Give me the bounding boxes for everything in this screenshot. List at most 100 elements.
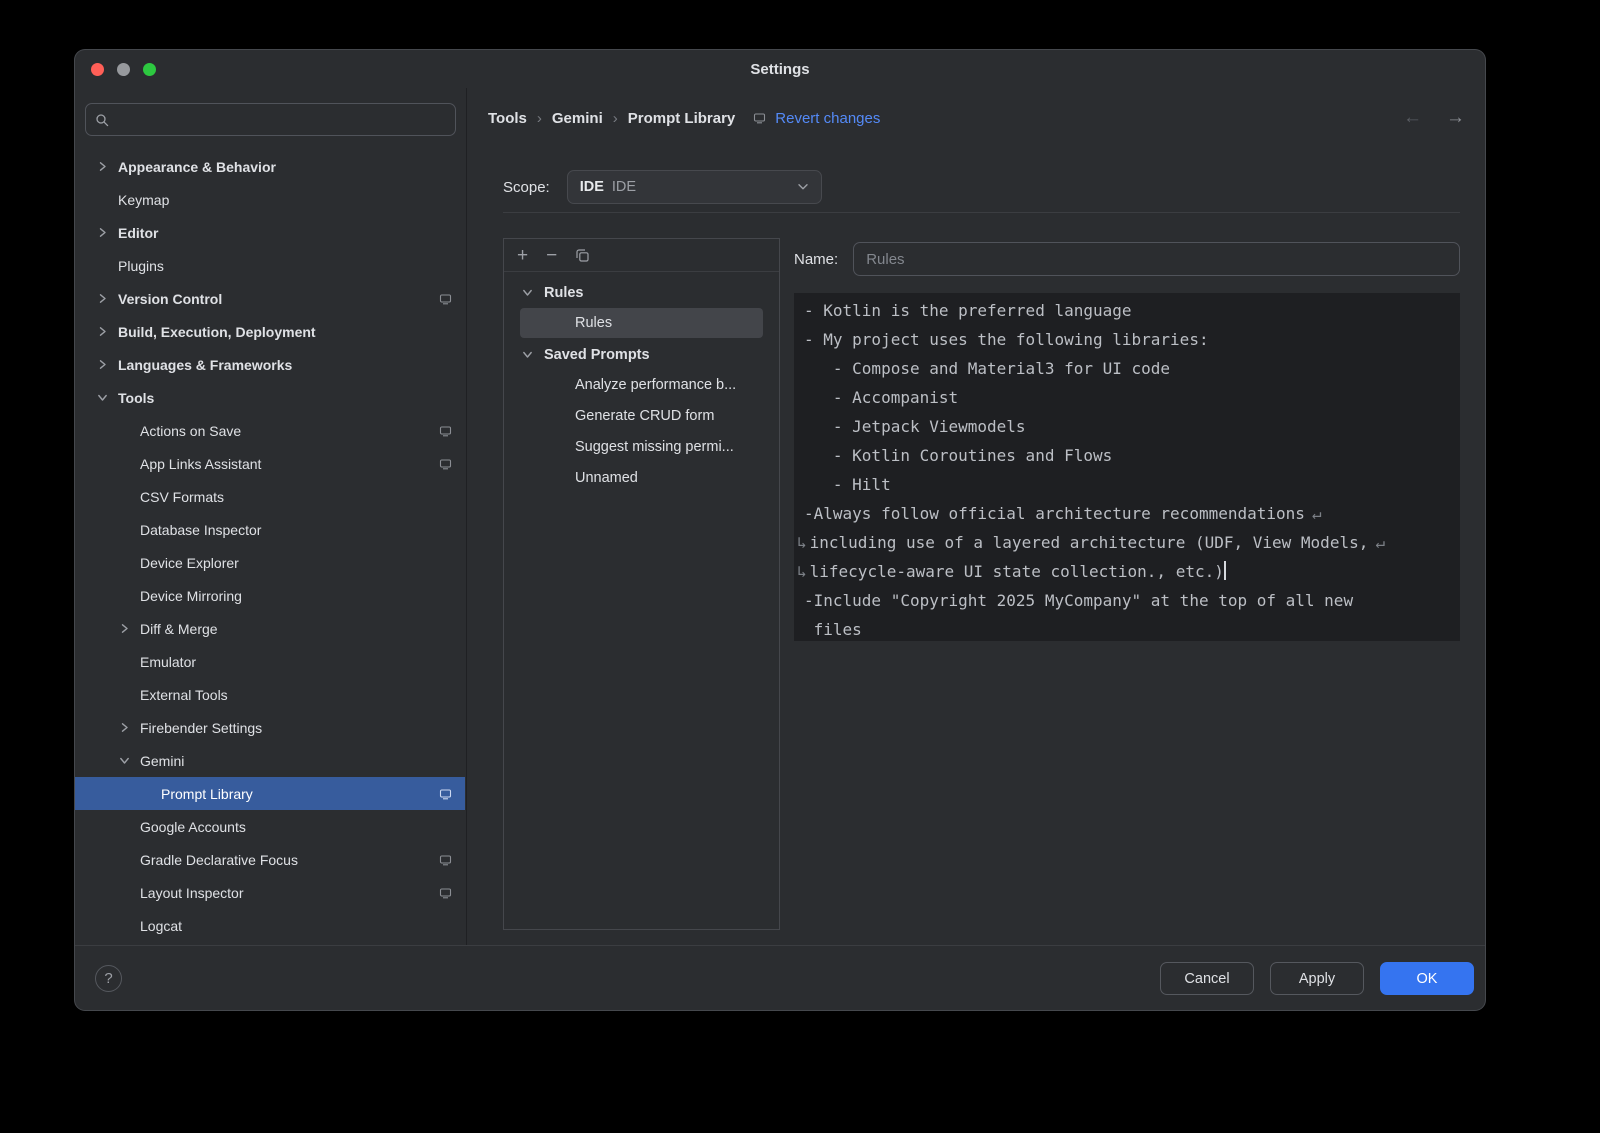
breadcrumb-item-prompt-library[interactable]: Prompt Library — [628, 110, 736, 127]
sidebar-item-label: Device Explorer — [140, 555, 239, 571]
prompt-item-suggest-missing-permi[interactable]: Suggest missing permi... — [520, 432, 763, 462]
sidebar-item-label: Database Inspector — [140, 522, 261, 538]
sidebar-item-appearance-behavior[interactable]: Appearance & Behavior — [75, 150, 465, 183]
sidebar-item-version-control[interactable]: Version Control — [75, 282, 465, 315]
close-window-button[interactable] — [91, 63, 104, 76]
zoom-window-button[interactable] — [143, 63, 156, 76]
sidebar-item-label: Layout Inspector — [140, 885, 244, 901]
breadcrumb-item-gemini[interactable]: Gemini — [552, 110, 603, 127]
sidebar-item-app-links-assistant[interactable]: App Links Assistant — [75, 447, 465, 480]
prompt-group-label: Saved Prompts — [544, 347, 650, 363]
sidebar-item-gradle-declarative-focus[interactable]: Gradle Declarative Focus — [75, 843, 465, 876]
sidebar-item-editor[interactable]: Editor — [75, 216, 465, 249]
add-prompt-button[interactable]: + — [517, 246, 528, 265]
prompt-name-input[interactable] — [853, 242, 1460, 276]
prompt-group-saved-prompts[interactable]: Saved Prompts — [504, 339, 779, 370]
settings-search[interactable] — [85, 103, 456, 136]
sidebar-item-tools[interactable]: Tools — [75, 381, 465, 414]
prompt-item-analyze-performance-b[interactable]: Analyze performance b... — [520, 370, 763, 400]
prompt-item-unnamed[interactable]: Unnamed — [520, 463, 763, 493]
sidebar-item-firebender-settings[interactable]: Firebender Settings — [75, 711, 465, 744]
scope-label: Scope: — [503, 179, 550, 196]
sidebar-item-gemini[interactable]: Gemini — [75, 744, 465, 777]
sidebar-item-label: Gradle Declarative Focus — [140, 852, 298, 868]
chevron-down-icon[interactable] — [522, 287, 544, 298]
editor-line: - Hilt — [804, 470, 1450, 499]
back-arrow-icon[interactable]: ← — [1403, 107, 1422, 129]
sidebar-item-label: Build, Execution, Deployment — [118, 324, 316, 340]
editor-line-text: -Always follow official architecture rec… — [804, 504, 1305, 523]
prompt-item-label: Suggest missing permi... — [575, 439, 734, 455]
chevron-right-icon[interactable] — [97, 227, 118, 238]
sidebar-item-label: Diff & Merge — [140, 621, 218, 637]
sidebar-item-plugins[interactable]: Plugins — [75, 249, 465, 282]
sidebar-item-prompt-library[interactable]: Prompt Library — [75, 777, 465, 810]
prompt-group-rules[interactable]: Rules — [504, 277, 779, 308]
window-title: Settings — [75, 50, 1485, 90]
chevron-right-icon[interactable] — [97, 359, 118, 370]
editor-line-text: including use of a layered architecture … — [810, 533, 1369, 552]
sidebar-item-actions-on-save[interactable]: Actions on Save — [75, 414, 465, 447]
chevron-down-icon[interactable] — [119, 755, 140, 766]
settings-sidebar: Appearance & Behavior KeymapEditor Plugins… — [75, 88, 467, 945]
editor-line: - Jetpack Viewmodels — [804, 412, 1450, 441]
sidebar-item-device-mirroring[interactable]: Device Mirroring — [75, 579, 465, 612]
prompt-item-label: Generate CRUD form — [575, 408, 714, 424]
editor-line: files — [804, 615, 1450, 641]
sidebar-item-database-inspector[interactable]: Database Inspector — [75, 513, 465, 546]
revert-changes-link[interactable]: Revert changes — [775, 110, 880, 127]
forward-arrow-icon[interactable]: → — [1446, 107, 1465, 129]
sidebar-item-logcat[interactable]: Logcat — [75, 909, 465, 942]
scope-row: Scope: IDE IDE — [503, 170, 822, 204]
scope-select[interactable]: IDE IDE — [567, 170, 822, 204]
sidebar-item-diff-merge[interactable]: Diff & Merge — [75, 612, 465, 645]
sidebar-item-csv-formats[interactable]: CSV Formats — [75, 480, 465, 513]
sidebar-item-label: Gemini — [140, 753, 184, 769]
sidebar-item-keymap[interactable]: Keymap — [75, 183, 465, 216]
chevron-right-icon[interactable] — [119, 623, 140, 634]
chevron-down-icon[interactable] — [522, 349, 544, 360]
sidebar-item-label: App Links Assistant — [140, 456, 261, 472]
sidebar-item-emulator[interactable]: Emulator — [75, 645, 465, 678]
editor-line: -Always follow official architecture rec… — [804, 499, 1450, 528]
sidebar-item-external-tools[interactable]: External Tools — [75, 678, 465, 711]
remove-prompt-button[interactable]: − — [546, 246, 557, 265]
chevron-right-icon[interactable] — [97, 293, 118, 304]
sidebar-item-label: Appearance & Behavior — [118, 159, 276, 175]
sidebar-item-label: Plugins — [118, 258, 164, 274]
settings-search-input[interactable] — [116, 112, 446, 128]
sidebar-item-device-explorer[interactable]: Device Explorer — [75, 546, 465, 579]
ok-button[interactable]: OK — [1380, 962, 1474, 995]
breadcrumb-item-tools[interactable]: Tools — [488, 110, 527, 127]
prompt-item-rules[interactable]: Rules — [520, 308, 763, 338]
sidebar-item-google-accounts[interactable]: Google Accounts — [75, 810, 465, 843]
sidebar-item-build-execution-deployment[interactable]: Build, Execution, Deployment — [75, 315, 465, 348]
sidebar-item-languages-frameworks[interactable]: Languages & Frameworks — [75, 348, 465, 381]
editor-line-text: - Jetpack Viewmodels — [804, 417, 1026, 436]
prompt-item-generate-crud-form[interactable]: Generate CRUD form — [520, 401, 763, 431]
minimize-window-button[interactable] — [117, 63, 130, 76]
ide-config-icon — [439, 425, 452, 437]
chevron-down-icon[interactable] — [97, 392, 118, 403]
sidebar-item-layout-inspector[interactable]: Layout Inspector — [75, 876, 465, 909]
editor-line-text: - Kotlin is the preferred language — [804, 301, 1132, 320]
editor-line-text: - Accompanist — [804, 388, 958, 407]
prompt-text-editor[interactable]: - Kotlin is the preferred language- My p… — [794, 293, 1460, 641]
chevron-right-icon[interactable] — [97, 326, 118, 337]
apply-button[interactable]: Apply — [1270, 962, 1364, 995]
sidebar-item-label: Firebender Settings — [140, 720, 262, 736]
chevron-right-icon[interactable] — [119, 722, 140, 733]
copy-prompt-button[interactable] — [575, 248, 590, 263]
titlebar: Settings — [75, 50, 1485, 88]
editor-line: - Kotlin Coroutines and Flows — [804, 441, 1450, 470]
editor-line: ↳lifecycle-aware UI state collection., e… — [804, 557, 1450, 586]
editor-line-text: lifecycle-aware UI state collection., et… — [810, 562, 1224, 581]
chevron-right-icon[interactable] — [97, 161, 118, 172]
name-label: Name: — [794, 251, 838, 268]
ide-config-icon — [439, 458, 452, 470]
help-button[interactable]: ? — [95, 965, 122, 992]
sidebar-item-label: External Tools — [140, 687, 228, 703]
editor-line-text: - Hilt — [804, 475, 891, 494]
soft-wrap-icon: ↵ — [1312, 504, 1322, 523]
cancel-button[interactable]: Cancel — [1160, 962, 1254, 995]
